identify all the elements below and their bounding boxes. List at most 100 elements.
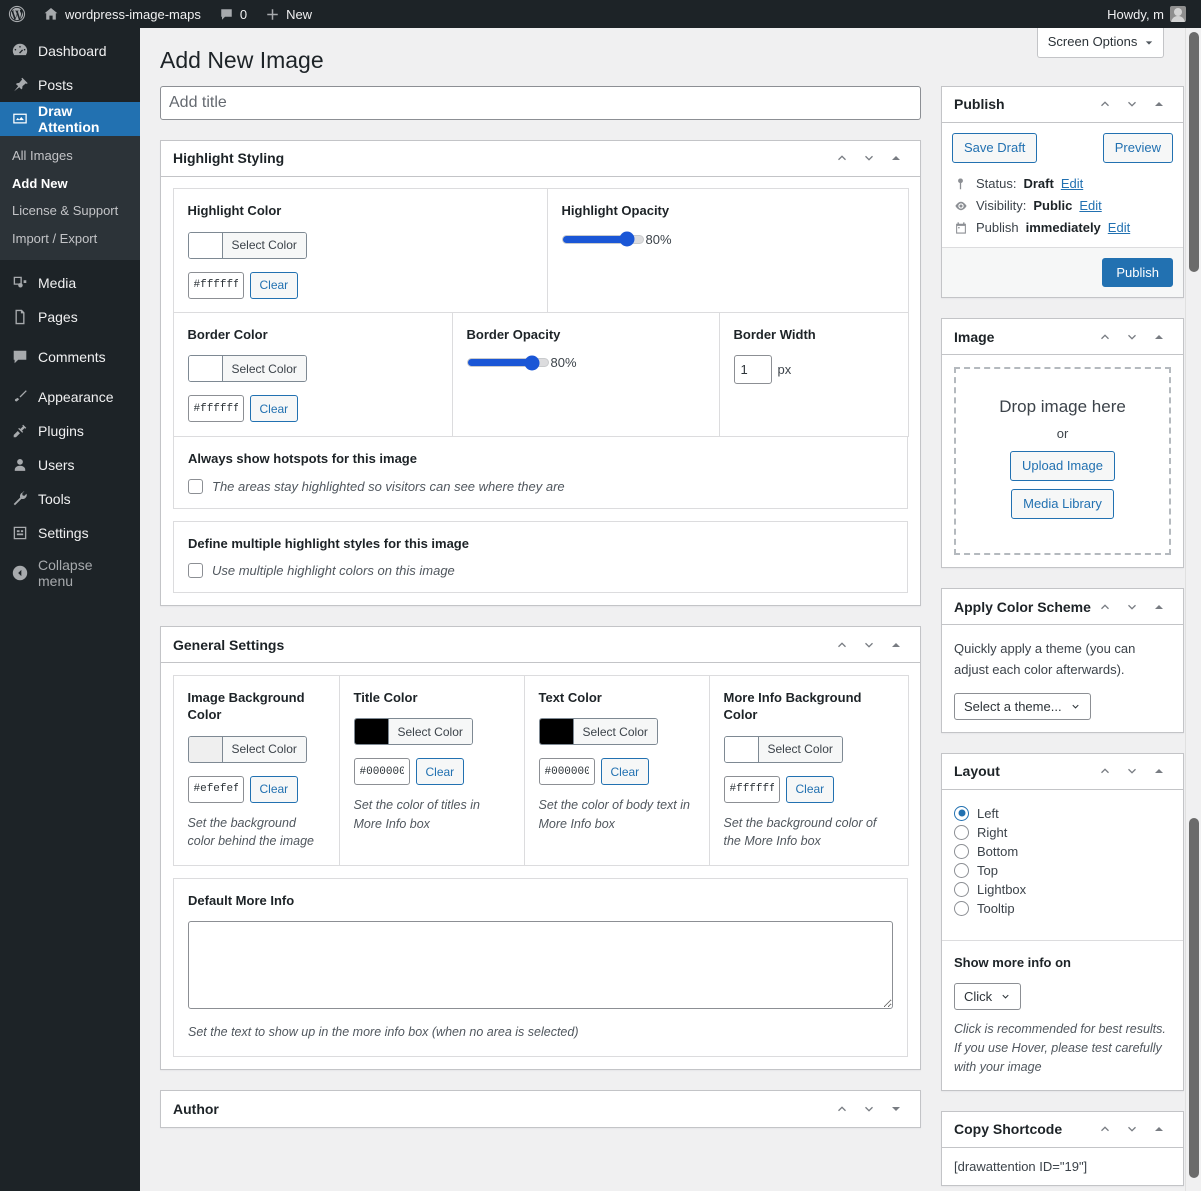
move-down-button[interactable] [1120,1117,1144,1141]
page-scrollbar[interactable] [1185,28,1201,1191]
toggle-panel-button[interactable] [884,1097,908,1121]
collapse-menu-button[interactable]: Collapse menu [0,556,140,590]
image-background-color-hex-input[interactable] [188,776,244,803]
save-draft-button[interactable]: Save Draft [952,133,1037,163]
radio-button[interactable] [954,825,969,840]
toggle-panel-button[interactable] [884,146,908,170]
title-color-clear-button[interactable]: Clear [416,758,465,785]
move-down-button[interactable] [1120,759,1144,783]
move-up-button[interactable] [1093,595,1117,619]
scrollbar-thumb-top[interactable] [1189,32,1199,272]
border-color-hex-input[interactable] [188,395,244,422]
move-up-button[interactable] [830,633,854,657]
border-color-clear-button[interactable]: Clear [250,395,299,422]
sidebar-subitem-license-support[interactable]: License & Support [0,197,140,225]
move-down-button[interactable] [857,633,881,657]
layout-option-lightbox[interactable]: Lightbox [954,880,1171,899]
always-show-hotspots-checkbox[interactable] [188,479,203,494]
sidebar-item-settings[interactable]: Settings [0,516,140,550]
move-down-button[interactable] [1120,92,1144,116]
toggle-panel-button[interactable] [1147,1117,1171,1141]
sidebar-item-comments[interactable]: Comments [0,340,140,374]
sidebar-subitem-add-new[interactable]: Add New [0,170,140,198]
wordpress-logo-button[interactable] [0,0,34,28]
move-up-button[interactable] [830,1097,854,1121]
text-color-hex-input[interactable] [539,758,595,785]
text-color-picker[interactable]: Select Color [539,718,658,745]
sidebar-item-users[interactable]: Users [0,448,140,482]
sidebar-subitem-all-images[interactable]: All Images [0,142,140,170]
title-input[interactable] [160,86,921,120]
move-up-button[interactable] [830,146,854,170]
highlight-color-hex-input[interactable] [188,272,244,299]
show-more-info-select[interactable]: Click [954,983,1021,1010]
toggle-panel-button[interactable] [1147,759,1171,783]
sidebar-subitem-import-export[interactable]: Import / Export [0,225,140,253]
move-down-button[interactable] [1120,325,1144,349]
move-down-button[interactable] [857,146,881,170]
move-up-button[interactable] [1093,92,1117,116]
preview-button[interactable]: Preview [1103,133,1173,163]
scrollbar-thumb-bottom[interactable] [1189,818,1199,1178]
more-info-background-color-hex-input[interactable] [724,776,780,803]
toggle-panel-button[interactable] [1147,595,1171,619]
move-up-button[interactable] [1093,1117,1117,1141]
radio-button[interactable] [954,844,969,859]
move-down-button[interactable] [857,1097,881,1121]
multiple-styles-checkbox[interactable] [188,563,203,578]
more-info-background-color-picker[interactable]: Select Color [724,736,843,763]
radio-button[interactable] [954,863,969,878]
toggle-panel-button[interactable] [884,633,908,657]
highlight-color-clear-button[interactable]: Clear [250,272,299,299]
image-background-color-clear-button[interactable]: Clear [250,776,299,803]
sidebar-item-posts[interactable]: Posts [0,68,140,102]
image-background-color-picker[interactable]: Select Color [188,736,307,763]
radio-button[interactable] [954,882,969,897]
move-up-button[interactable] [1093,325,1117,349]
visibility-edit-link[interactable]: Edit [1079,198,1101,213]
more-info-background-color-clear-button[interactable]: Clear [786,776,835,803]
image-dropzone[interactable]: Drop image here or Upload Image Media Li… [954,367,1171,555]
comments-button[interactable]: 0 [210,0,256,28]
media-library-button[interactable]: Media Library [1011,489,1114,519]
title-color-picker[interactable]: Select Color [354,718,473,745]
screen-options-button[interactable]: Screen Options [1037,28,1164,58]
new-content-button[interactable]: New [256,0,321,28]
upload-image-button[interactable]: Upload Image [1010,451,1115,481]
border-width-input[interactable] [734,355,772,384]
sidebar-item-dashboard[interactable]: Dashboard [0,34,140,68]
site-name-button[interactable]: wordpress-image-maps [34,0,210,28]
layout-option-bottom[interactable]: Bottom [954,842,1171,861]
radio-button[interactable] [954,806,969,821]
shortcode-value[interactable]: [drawattention ID="19"] [942,1148,1183,1185]
layout-option-tooltip[interactable]: Tooltip [954,899,1171,918]
border-color-picker[interactable]: Select Color [188,355,307,382]
sidebar-item-media[interactable]: Media [0,266,140,300]
sidebar-item-pages[interactable]: Pages [0,300,140,334]
toggle-panel-button[interactable] [1147,325,1171,349]
toggle-panel-button[interactable] [1147,92,1171,116]
status-edit-link[interactable]: Edit [1061,176,1083,191]
theme-select[interactable]: Select a theme... [954,693,1091,720]
border-opacity-slider[interactable] [467,358,549,367]
move-up-button[interactable] [1093,759,1117,783]
layout-option-right[interactable]: Right [954,823,1171,842]
default-more-info-textarea[interactable] [188,921,893,1009]
move-down-button[interactable] [1120,595,1144,619]
publish-button[interactable]: Publish [1102,258,1173,287]
slider-handle[interactable] [619,232,634,247]
my-account-button[interactable]: Howdy, m [1098,0,1195,28]
sidebar-item-draw-attention[interactable]: Draw Attention [0,102,140,136]
layout-option-left[interactable]: Left [954,804,1171,823]
text-color-clear-button[interactable]: Clear [601,758,650,785]
highlight-opacity-slider[interactable] [562,235,644,244]
highlight-color-picker[interactable]: Select Color [188,232,307,259]
sidebar-item-tools[interactable]: Tools [0,482,140,516]
sidebar-item-appearance[interactable]: Appearance [0,380,140,414]
slider-handle[interactable] [524,355,539,370]
radio-button[interactable] [954,901,969,916]
schedule-edit-link[interactable]: Edit [1108,220,1130,235]
sidebar-item-plugins[interactable]: Plugins [0,414,140,448]
title-color-hex-input[interactable] [354,758,410,785]
layout-option-top[interactable]: Top [954,861,1171,880]
